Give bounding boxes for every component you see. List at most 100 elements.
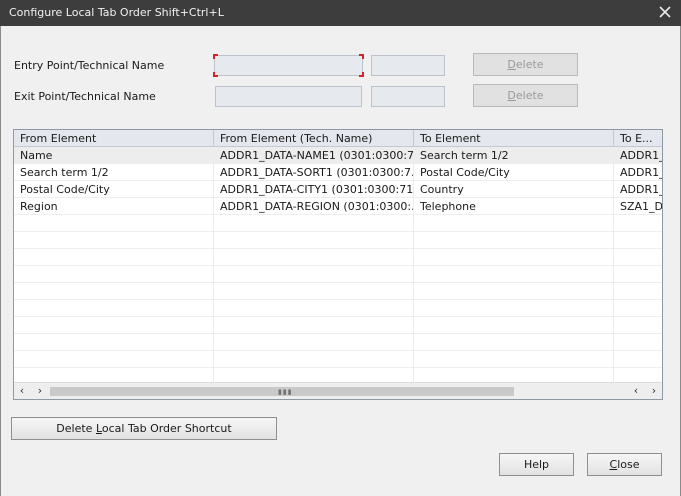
empty-cell xyxy=(614,351,662,368)
empty-cell xyxy=(414,317,614,334)
cell-to-tech-name: ADDR1_D xyxy=(620,149,662,162)
empty-cell xyxy=(214,317,414,334)
empty-cell xyxy=(414,283,614,300)
empty-cell xyxy=(414,351,614,368)
column-header-from-element[interactable]: From Element xyxy=(14,130,214,147)
column-header-to-tech-name[interactable]: To E... xyxy=(614,130,662,147)
cell-from-element: Name xyxy=(14,147,214,164)
table-row[interactable]: Region ADDR1_DATA-REGION (0301:0300:... … xyxy=(14,198,662,215)
empty-cell xyxy=(614,232,662,249)
table-row[interactable]: Postal Code/City ADDR1_DATA-CITY1 (0301:… xyxy=(14,181,662,198)
window-title: Configure Local Tab Order Shift+Ctrl+L xyxy=(9,6,224,19)
cell-to-tech-name: ADDR1_D xyxy=(620,166,662,179)
mnemonic-key: D xyxy=(507,89,516,102)
close-button[interactable]: Close xyxy=(587,453,662,476)
empty-cell xyxy=(414,266,614,283)
empty-cell xyxy=(214,249,414,266)
exit-point-tech-field[interactable] xyxy=(371,86,445,107)
empty-cell xyxy=(214,300,414,317)
empty-cell xyxy=(14,351,214,368)
scroll-left-icon[interactable]: ‹ xyxy=(16,384,28,398)
empty-cell xyxy=(614,266,662,283)
empty-cell xyxy=(614,300,662,317)
entry-point-label: Entry Point/Technical Name xyxy=(14,59,165,72)
empty-cell xyxy=(614,249,662,266)
scroll-right-icon[interactable]: › xyxy=(34,384,46,398)
entry-point-name-field[interactable] xyxy=(214,55,363,76)
column-header-from-tech-name[interactable]: From Element (Tech. Name) xyxy=(214,130,414,147)
focus-corner xyxy=(213,54,218,59)
scrollbar-thumb[interactable]: ▮▮▮ xyxy=(50,387,514,396)
empty-cell xyxy=(614,215,662,232)
exit-point-name-field[interactable] xyxy=(215,86,362,107)
empty-cell xyxy=(214,283,414,300)
empty-table-row[interactable] xyxy=(14,334,662,351)
empty-table-row[interactable] xyxy=(14,266,662,283)
cell-to-element: Search term 1/2 xyxy=(414,147,614,164)
empty-cell xyxy=(614,334,662,351)
empty-cell xyxy=(14,249,214,266)
empty-cell xyxy=(214,334,414,351)
cell-to-element: Telephone xyxy=(414,198,614,215)
scroll-right-end-icon[interactable]: › xyxy=(648,384,660,398)
focus-corner xyxy=(359,54,364,59)
empty-cell xyxy=(14,232,214,249)
empty-cell xyxy=(14,283,214,300)
dialog-body: Entry Point/Technical Name Delete Exit P… xyxy=(0,26,681,496)
horizontal-scrollbar[interactable]: ‹ › ▮▮▮ ‹ › xyxy=(14,382,662,399)
scroll-left-end-icon[interactable]: ‹ xyxy=(630,384,642,398)
focus-corner xyxy=(213,72,218,77)
cell-from-tech-name: ADDR1_DATA-NAME1 (0301:0300:7... xyxy=(214,147,414,164)
empty-table-row[interactable] xyxy=(14,215,662,232)
close-window-icon[interactable] xyxy=(655,2,675,22)
mnemonic-key: D xyxy=(507,58,516,71)
column-header-to-element[interactable]: To Element xyxy=(414,130,614,147)
cell-from-element: Search term 1/2 xyxy=(14,164,214,181)
cell-to-element: Postal Code/City xyxy=(414,164,614,181)
entry-point-tech-field[interactable] xyxy=(371,55,445,76)
empty-cell xyxy=(214,351,414,368)
empty-table-row[interactable] xyxy=(14,351,662,368)
title-bar: Configure Local Tab Order Shift+Ctrl+L xyxy=(0,0,681,26)
empty-cell xyxy=(414,215,614,232)
button-label-rest: lose xyxy=(617,458,640,471)
empty-cell xyxy=(14,317,214,334)
empty-cell xyxy=(214,266,414,283)
button-label-rest: ocal Tab Order Shortcut xyxy=(101,422,232,435)
empty-cell xyxy=(14,300,214,317)
focus-corner xyxy=(359,72,364,77)
help-button[interactable]: Help xyxy=(499,453,574,476)
empty-cell xyxy=(214,215,414,232)
delete-local-tab-order-shortcut-button[interactable]: Delete Local Tab Order Shortcut xyxy=(11,417,277,440)
table-header: From Element From Element (Tech. Name) T… xyxy=(14,130,662,147)
cell-from-element: Postal Code/City xyxy=(14,181,214,198)
empty-cell xyxy=(14,266,214,283)
empty-table-row[interactable] xyxy=(14,232,662,249)
empty-cell xyxy=(214,232,414,249)
exit-point-label: Exit Point/Technical Name xyxy=(14,90,156,103)
delete-entry-button[interactable]: Delete xyxy=(473,53,578,76)
cell-to-tech-name: SZA1_D0 xyxy=(620,200,662,213)
grip-icon: ▮▮▮ xyxy=(278,388,293,396)
cell-from-tech-name: ADDR1_DATA-CITY1 (0301:0300:71... xyxy=(214,181,414,198)
empty-cell xyxy=(14,334,214,351)
table-row[interactable]: Name ADDR1_DATA-NAME1 (0301:0300:7... Se… xyxy=(14,147,662,164)
cell-to-element: Country xyxy=(414,181,614,198)
tab-order-table[interactable]: From Element From Element (Tech. Name) T… xyxy=(13,129,663,400)
delete-exit-button[interactable]: Delete xyxy=(473,84,578,107)
empty-cell xyxy=(14,215,214,232)
cell-from-tech-name: ADDR1_DATA-SORT1 (0301:0300:7... xyxy=(214,164,414,181)
button-label-prefix: Delete xyxy=(56,422,96,435)
empty-table-row[interactable] xyxy=(14,317,662,334)
empty-cell xyxy=(414,232,614,249)
empty-cell xyxy=(414,249,614,266)
empty-table-row[interactable] xyxy=(14,283,662,300)
cell-from-element: Region xyxy=(14,198,214,215)
empty-cell xyxy=(414,300,614,317)
cell-to-tech-name: ADDR1_D xyxy=(620,183,662,196)
empty-table-row[interactable] xyxy=(14,300,662,317)
table-row[interactable]: Search term 1/2 ADDR1_DATA-SORT1 (0301:0… xyxy=(14,164,662,181)
cell-from-tech-name: ADDR1_DATA-REGION (0301:0300:... xyxy=(214,198,414,215)
button-label-rest: elete xyxy=(515,58,544,71)
empty-table-row[interactable] xyxy=(14,249,662,266)
